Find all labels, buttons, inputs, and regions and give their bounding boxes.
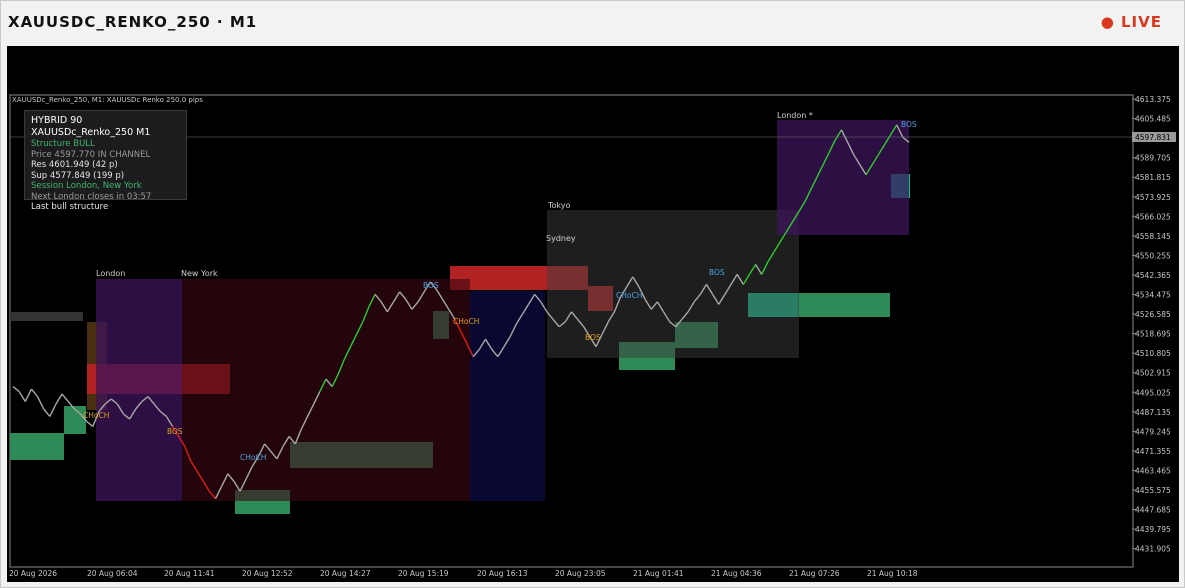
y-tick-label: 4463.465 (1135, 466, 1171, 475)
session-box-1 (182, 279, 470, 501)
session-box-0 (96, 279, 182, 501)
y-tick-label: 4455.575 (1135, 486, 1171, 495)
structure-marker: BOS (901, 120, 917, 129)
hud-structure: Structure BULL (31, 139, 95, 149)
app-frame: XAUUSDC_RENKO_250 · M1 ● LIVE London New … (0, 0, 1185, 588)
x-tick-label: 21 Aug 07:26 (789, 569, 840, 578)
sr-band-13 (798, 293, 890, 317)
session-label: London (96, 269, 125, 278)
top-bar: XAUUSDC_RENKO_250 · M1 ● LIVE (1, 1, 1184, 45)
structure-marker: CHoCH (453, 317, 479, 326)
y-tick-label: 4605.485 (1135, 115, 1171, 124)
hud-support: Sup 4577.849 (199 p) (31, 170, 125, 181)
y-tick-label: 4573.925 (1135, 193, 1171, 202)
y-tick-label: 4558.145 (1135, 232, 1171, 241)
y-tick-label: 4566.025 (1135, 212, 1171, 221)
structure-marker: CHoCH (616, 291, 642, 300)
y-tick-label: 4502.915 (1135, 369, 1171, 378)
current-price-label: 4597.831 (1135, 133, 1171, 142)
hud-last: Last bull structure (31, 202, 109, 212)
y-tick-label: 4518.695 (1135, 330, 1171, 339)
x-tick-label: 20 Aug 11:41 (164, 569, 215, 578)
hud-resistance: Res 4601.949 (42 p) (31, 160, 118, 170)
sr-band-3 (10, 433, 64, 460)
live-indicator[interactable]: ● LIVE (1101, 13, 1162, 31)
y-tick-label: 4431.905 (1135, 545, 1171, 554)
window-label: XAUUSDc_Renko_250, M1: XAUUSDc Renko 250… (12, 96, 203, 104)
y-tick-label: 4479.245 (1135, 427, 1171, 436)
hud-next: Next London closes in 03:57 (31, 191, 152, 202)
y-tick-label: 4487.135 (1135, 408, 1171, 417)
x-tick-label: 20 Aug 15:19 (398, 569, 449, 578)
x-tick-label: 21 Aug 01:41 (633, 569, 684, 578)
sr-band-0 (10, 312, 83, 321)
session-label: Tokyo (547, 201, 571, 210)
x-tick-label: 20 Aug 16:13 (477, 569, 528, 578)
structure-marker: BOS (585, 333, 601, 342)
hud-session: Session London, New York (31, 181, 142, 191)
y-tick-label: 4550.255 (1135, 251, 1171, 260)
x-tick-label: 20 Aug 2026 (9, 569, 57, 578)
y-tick-label: 4589.705 (1135, 154, 1171, 163)
session-label: Sydney (546, 234, 576, 243)
hud-title: HYBRID 90 XAUUSDc_Renko_250 M1 (31, 115, 151, 138)
x-tick-label: 21 Aug 10:18 (867, 569, 918, 578)
y-tick-label: 4495.025 (1135, 388, 1171, 397)
x-tick-label: 21 Aug 04:36 (711, 569, 762, 578)
session-label: New York (181, 269, 218, 278)
structure-marker: CHoCH (240, 453, 266, 462)
y-tick-label: 4471.355 (1135, 447, 1171, 456)
y-tick-label: 4526.585 (1135, 310, 1171, 319)
x-tick-label: 20 Aug 14:27 (320, 569, 371, 578)
structure-marker: BOS (709, 268, 725, 277)
x-tick-label: 20 Aug 06:04 (87, 569, 138, 578)
y-tick-label: 4534.475 (1135, 291, 1171, 300)
x-tick-label: 20 Aug 12:52 (242, 569, 293, 578)
y-tick-label: 4613.375 (1135, 95, 1171, 104)
y-tick-label: 4447.685 (1135, 506, 1171, 515)
structure-marker: BOS (423, 281, 439, 290)
hud-panel: HYBRID 90 XAUUSDc_Renko_250 M1 Structure… (24, 110, 187, 212)
hud-price: Price 4597.770 IN CHANNEL (31, 149, 151, 160)
chart-area[interactable]: London New York Tokyo Sydney London * BOS CHo… (7, 46, 1179, 582)
session-box-2 (470, 291, 545, 501)
structure-marker: BOS (167, 427, 183, 436)
session-label: London * (777, 111, 813, 120)
y-tick-label: 4439.795 (1135, 525, 1171, 534)
x-tick-label: 20 Aug 23:05 (555, 569, 606, 578)
structure-marker: CHoCH (83, 411, 109, 420)
chart-title: XAUUSDC_RENKO_250 · M1 (8, 13, 258, 31)
y-tick-label: 4542.365 (1135, 271, 1171, 280)
y-tick-label: 4510.805 (1135, 349, 1171, 358)
y-tick-label: 4581.815 (1135, 173, 1171, 182)
